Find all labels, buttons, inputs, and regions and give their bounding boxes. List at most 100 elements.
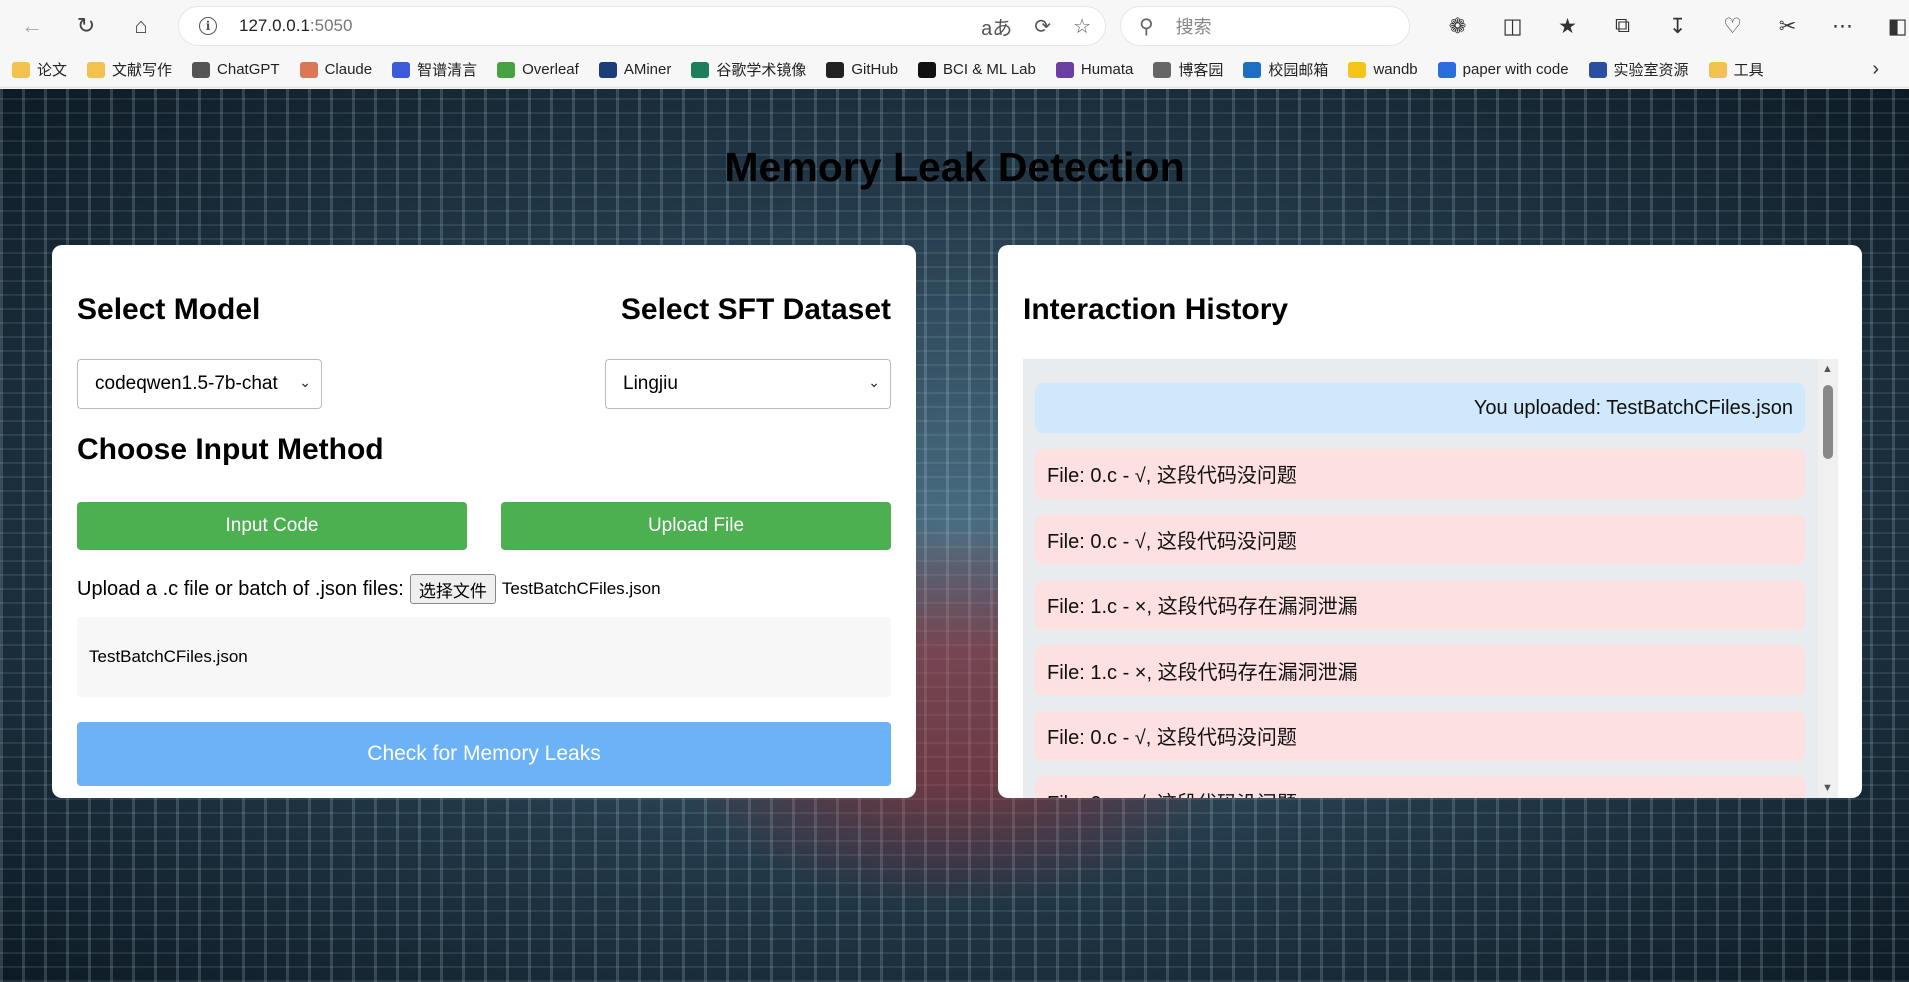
bookmark-item[interactable]: BCI & ML Lab bbox=[918, 61, 1036, 78]
history-scrollbar[interactable]: ▲ ▼ bbox=[1818, 359, 1838, 798]
result-message: File: 0.c - √, 这段代码没问题 bbox=[1035, 448, 1805, 499]
result-message: File: 1.c - ×, 这段代码存在漏洞泄漏 bbox=[1035, 645, 1805, 695]
bookmarks-bar: 论文 文献写作 ChatGPT Claude 智谱清言 Overleaf AMiner 谷歌学… bbox=[0, 52, 1909, 88]
favorites-icon[interactable]: ★ bbox=[1540, 14, 1595, 39]
cnblogs-icon bbox=[1153, 61, 1172, 78]
wandb-icon bbox=[1348, 61, 1367, 78]
folder-icon bbox=[12, 61, 30, 78]
scrollbar-thumb[interactable] bbox=[1823, 385, 1833, 459]
aminer-icon bbox=[598, 61, 617, 78]
split-screen-icon[interactable]: ◫ bbox=[1485, 14, 1540, 39]
bookmark-item[interactable]: 论文 bbox=[12, 59, 67, 80]
github-icon bbox=[826, 61, 845, 78]
reload-icon[interactable]: ↻ bbox=[66, 6, 106, 46]
bookmark-label: 论文 bbox=[37, 62, 68, 79]
refresh-extension-icon[interactable]: ⟳ bbox=[1034, 14, 1051, 39]
input-panel: Select Model Select SFT Dataset codeqwen… bbox=[52, 245, 916, 798]
bookmark-item[interactable]: GitHub bbox=[826, 61, 898, 78]
bookmark-label: GitHub bbox=[851, 61, 899, 78]
site-info-icon[interactable]: i bbox=[199, 17, 217, 35]
chevron-down-icon: ⌄ bbox=[868, 374, 880, 390]
bookmark-label: 校园邮箱 bbox=[1268, 62, 1329, 79]
screenshot-icon[interactable]: ✂ bbox=[1760, 14, 1815, 39]
model-select-value: codeqwen1.5-7b-chat bbox=[95, 373, 278, 394]
bookmark-label: Claude bbox=[324, 61, 373, 78]
address-bar[interactable]: i 127.0.0.1:5050 aあ ⟳ ☆ bbox=[178, 6, 1106, 46]
bookmark-item[interactable]: wandb bbox=[1348, 61, 1418, 78]
bookmark-item[interactable]: Humata bbox=[1055, 61, 1134, 78]
more-menu-icon[interactable]: ⋯ bbox=[1815, 14, 1870, 39]
bookmark-item[interactable]: AMiner bbox=[598, 61, 671, 78]
bookmark-item[interactable]: 智谱清言 bbox=[392, 59, 477, 80]
chatgpt-icon bbox=[192, 61, 211, 78]
bookmark-item[interactable]: 校园邮箱 bbox=[1243, 59, 1328, 80]
bookmark-label: 文献写作 bbox=[112, 62, 173, 79]
choose-file-button[interactable]: 选择文件 bbox=[409, 574, 496, 604]
bookmark-item[interactable]: ChatGPT bbox=[192, 61, 280, 78]
chevron-down-icon: ⌄ bbox=[299, 374, 311, 390]
upload-file-button[interactable]: Upload File bbox=[501, 502, 891, 550]
bookmark-item[interactable]: 文献写作 bbox=[87, 59, 172, 80]
scroll-down-arrow-icon[interactable]: ▼ bbox=[1822, 782, 1833, 794]
url-text[interactable]: 127.0.0.1:5050 bbox=[239, 16, 352, 36]
select-sft-heading: Select SFT Dataset bbox=[620, 293, 891, 326]
bookmark-label: 实验室资源 bbox=[1613, 62, 1689, 79]
chosen-file-name: TestBatchCFiles.json bbox=[501, 579, 661, 598]
bookmark-item[interactable]: 博客园 bbox=[1153, 59, 1223, 80]
bookmark-label: paper with code bbox=[1462, 61, 1569, 78]
bookmarks-more-chevron-icon[interactable]: › bbox=[1872, 58, 1879, 81]
home-icon[interactable]: ⌂ bbox=[121, 6, 161, 46]
history-heading: Interaction History bbox=[1023, 293, 1289, 326]
mail-icon bbox=[1243, 61, 1262, 78]
input-method-heading: Choose Input Method bbox=[77, 433, 384, 466]
zhipu-icon bbox=[392, 61, 411, 78]
result-message: File: 0.c - √, 这段代码没问题 bbox=[1035, 710, 1805, 761]
bookmark-item[interactable]: Claude bbox=[299, 61, 373, 78]
folder-icon bbox=[1708, 61, 1727, 78]
scholar-icon bbox=[691, 61, 710, 78]
bookmark-label: BCI & ML Lab bbox=[943, 61, 1036, 78]
result-message: File: 0.c - √, 这段代码没问题 bbox=[1035, 514, 1805, 564]
result-message: File: 1.c - ×, 这段代码存在漏洞泄漏 bbox=[1035, 579, 1805, 630]
bookmark-item[interactable]: 工具 bbox=[1708, 59, 1764, 80]
bookmark-label: 谷歌学术镜像 bbox=[716, 62, 807, 79]
translate-icon[interactable]: aあ bbox=[981, 12, 1012, 41]
lab-resource-icon bbox=[1588, 61, 1607, 78]
sidebar-icon[interactable]: ◧ bbox=[1870, 14, 1909, 39]
bookmark-label: 博客园 bbox=[1178, 62, 1224, 79]
history-list[interactable]: You uploaded: TestBatchCFiles.json File: … bbox=[1023, 359, 1818, 798]
download-icon[interactable]: ↧ bbox=[1650, 14, 1705, 39]
back-arrow-icon[interactable]: ← bbox=[12, 6, 52, 46]
model-select[interactable]: codeqwen1.5-7b-chat ⌄ bbox=[77, 359, 322, 409]
browser-search-box[interactable]: ⚲ 搜索 bbox=[1120, 6, 1410, 46]
page-title: Memory Leak Detection bbox=[724, 144, 1185, 190]
bookmark-item[interactable]: 实验室资源 bbox=[1588, 59, 1689, 80]
selected-file-display: TestBatchCFiles.json bbox=[77, 617, 891, 697]
bookmark-label: Overleaf bbox=[522, 61, 579, 78]
search-placeholder: 搜索 bbox=[1175, 17, 1212, 37]
history-panel: Interaction History You uploaded: TestBa… bbox=[998, 245, 1862, 798]
bookmark-item[interactable]: 谷歌学术镜像 bbox=[691, 59, 806, 80]
humata-icon bbox=[1055, 61, 1074, 78]
favorite-star-icon[interactable]: ☆ bbox=[1073, 14, 1091, 39]
upload-row: Upload a .c file or batch of .json files… bbox=[77, 574, 661, 604]
input-code-button[interactable]: Input Code bbox=[77, 502, 467, 550]
folder-icon bbox=[87, 61, 106, 78]
select-model-heading: Select Model bbox=[77, 293, 261, 326]
bookmark-label: wandb bbox=[1373, 61, 1418, 78]
sft-dataset-select[interactable]: Lingjiu ⌄ bbox=[605, 359, 891, 409]
collections-icon[interactable]: ⧉ bbox=[1595, 14, 1650, 38]
pwc-icon bbox=[1437, 61, 1456, 78]
search-icon: ⚲ bbox=[1139, 15, 1154, 38]
extensions-icon[interactable]: ❁ bbox=[1430, 14, 1485, 39]
user-message: You uploaded: TestBatchCFiles.json bbox=[1035, 383, 1805, 433]
overleaf-icon bbox=[497, 61, 516, 78]
check-memory-leaks-button[interactable]: Check for Memory Leaks bbox=[77, 722, 891, 786]
bookmark-label: Humata bbox=[1080, 61, 1134, 78]
sft-select-value: Lingjiu bbox=[623, 373, 678, 394]
bookmark-item[interactable]: Overleaf bbox=[497, 61, 579, 78]
result-message: File: 0.c - √, 这段代码没问题 bbox=[1035, 776, 1805, 798]
scroll-up-arrow-icon[interactable]: ▲ bbox=[1822, 363, 1833, 375]
bookmark-item[interactable]: paper with code bbox=[1437, 61, 1569, 78]
performance-icon[interactable]: ♡ bbox=[1705, 14, 1760, 39]
